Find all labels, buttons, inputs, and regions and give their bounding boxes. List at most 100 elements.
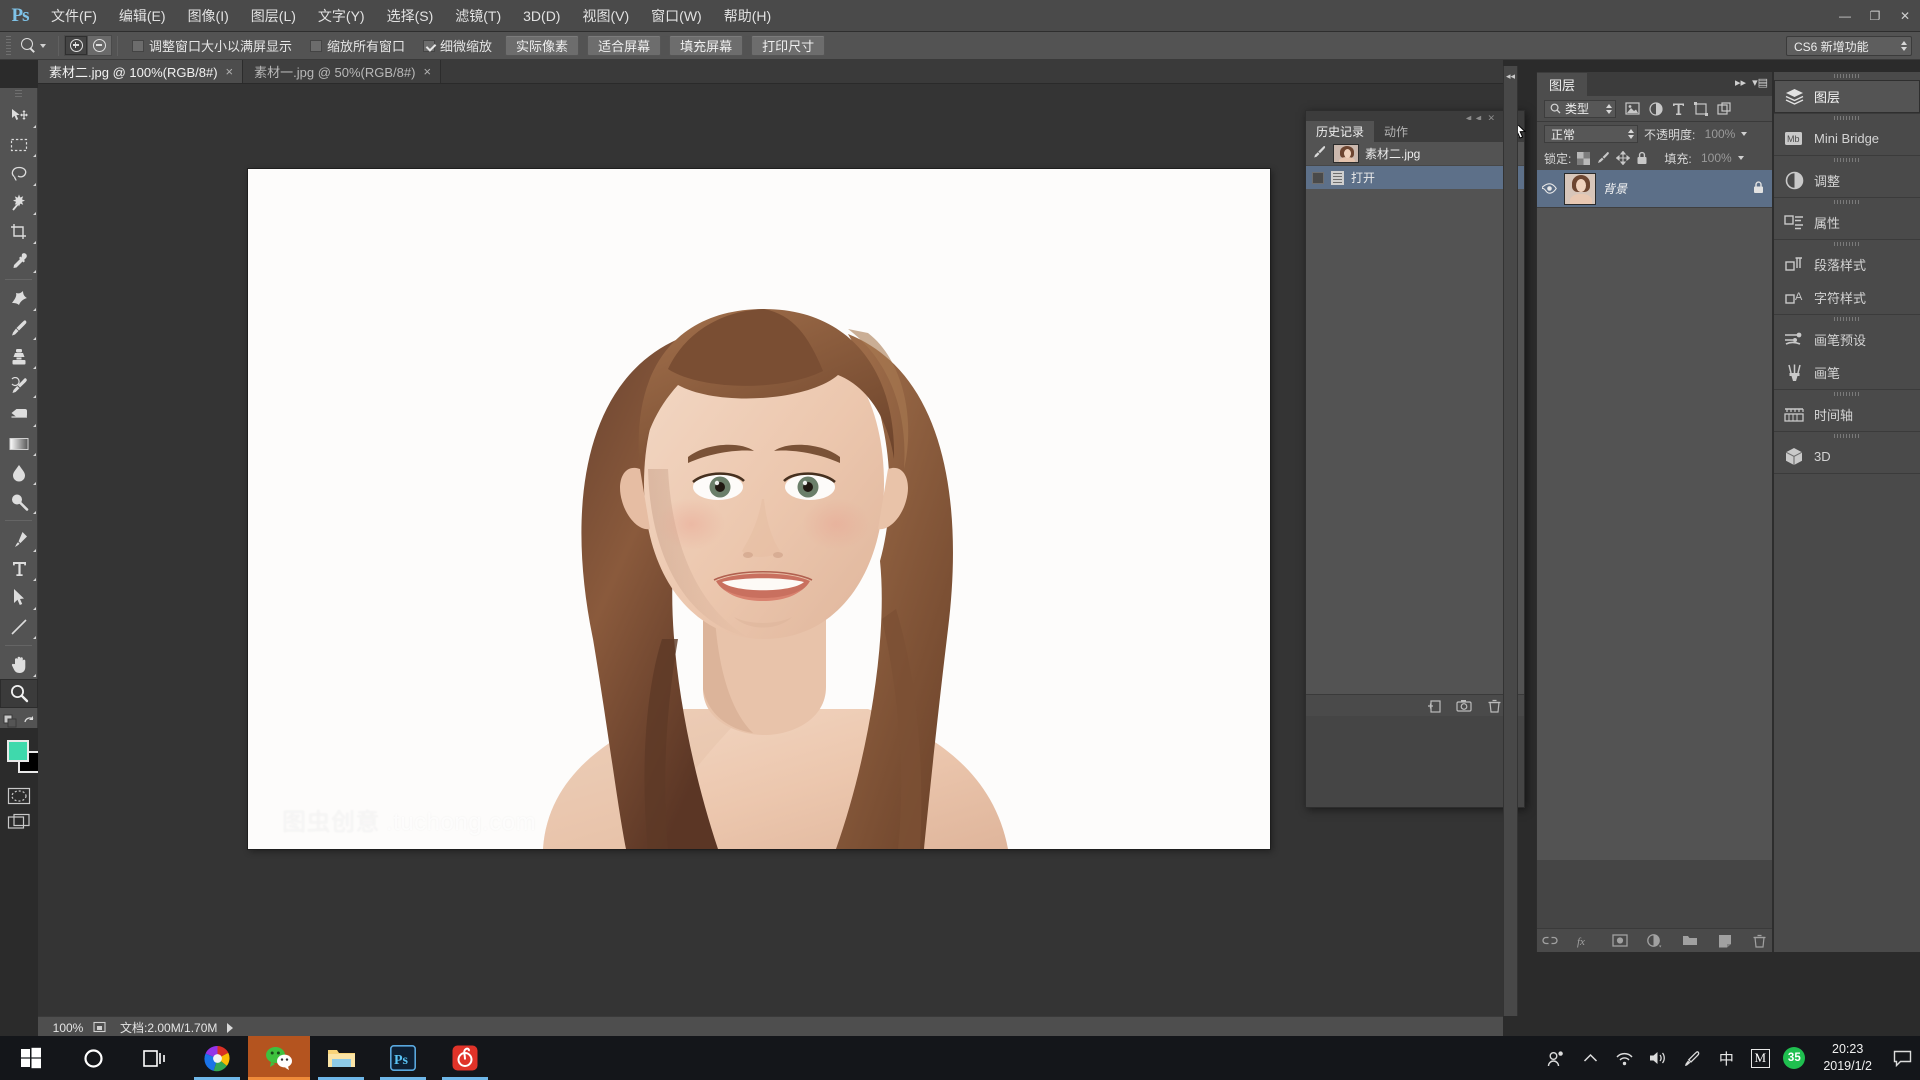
path-selection-tool[interactable] [0, 583, 38, 612]
tool-preset-picker[interactable] [18, 37, 53, 54]
opacity-value[interactable]: 100% [1701, 127, 1736, 141]
fill-screen-button[interactable]: 填充屏幕 [669, 35, 744, 56]
tab-layers[interactable]: 图层 [1537, 73, 1588, 96]
menu-layer[interactable]: 图层(L) [240, 1, 307, 31]
close-button[interactable]: ✕ [1890, 0, 1920, 32]
action-center-icon[interactable] [1884, 1036, 1920, 1080]
menu-window[interactable]: 窗口(W) [640, 1, 713, 31]
history-state-checkbox[interactable] [1312, 171, 1324, 184]
layer-style-fx-icon[interactable]: fx [1577, 933, 1593, 948]
chevron-down-icon[interactable] [1741, 132, 1748, 136]
move-tool[interactable] [0, 101, 38, 130]
document-tab-active[interactable]: 素材二.jpg @ 100%(RGB/8#) × [38, 60, 244, 83]
fit-screen-button[interactable]: 适合屏幕 [587, 35, 662, 56]
shape-filter-icon[interactable] [1694, 101, 1708, 116]
eraser-tool[interactable] [0, 400, 38, 429]
pixel-filter-icon[interactable] [1625, 102, 1640, 115]
close-icon[interactable]: × [226, 65, 234, 78]
scrubby-zoom-checkbox[interactable]: 细微缩放 [414, 36, 501, 55]
ime-mode-icon[interactable]: M [1743, 1036, 1777, 1080]
dock-grip-icon[interactable] [1774, 114, 1920, 122]
lock-image-pixels-icon[interactable] [1596, 151, 1610, 165]
delete-state-icon[interactable] [1486, 698, 1502, 713]
type-filter-icon[interactable] [1672, 102, 1685, 116]
minimize-button[interactable]: — [1830, 0, 1860, 32]
menu-edit[interactable]: 编辑(E) [108, 1, 177, 31]
blur-tool[interactable] [0, 458, 38, 487]
color-swatches[interactable] [0, 737, 40, 783]
clone-stamp-tool[interactable] [0, 342, 38, 371]
magic-wand-tool[interactable] [0, 188, 38, 217]
menu-3d[interactable]: 3D(D) [512, 3, 571, 29]
wechat-taskbar-item[interactable] [248, 1036, 310, 1080]
people-icon[interactable] [1539, 1036, 1573, 1080]
layer-row-background[interactable]: 背景 [1537, 170, 1772, 208]
new-group-icon[interactable] [1682, 933, 1698, 948]
smart-object-filter-icon[interactable] [1717, 101, 1731, 116]
hand-tool[interactable] [0, 650, 38, 679]
dock-item-character-styles[interactable]: A 字符样式 [1774, 281, 1920, 314]
tab-actions[interactable]: 动作 [1374, 121, 1419, 142]
dock-item-brush-presets[interactable]: 画笔预设 [1774, 323, 1920, 356]
dock-item-paragraph-styles[interactable]: 段落样式 [1774, 248, 1920, 281]
dock-grip-icon[interactable] [1774, 72, 1920, 80]
dock-item-adjustments[interactable]: 调整 [1774, 164, 1920, 197]
new-adjustment-layer-icon[interactable] [1647, 933, 1663, 948]
pen-tool-tray-icon[interactable] [1675, 1036, 1709, 1080]
browser-taskbar-item[interactable] [186, 1036, 248, 1080]
history-panel-body[interactable]: 素材二.jpg 打开 [1306, 142, 1524, 694]
dock-grip-icon[interactable] [1774, 432, 1920, 440]
status-expand-arrow-icon[interactable] [227, 1022, 234, 1033]
line-tool[interactable] [0, 612, 38, 641]
document-canvas[interactable]: 图虫创意 .tuchong.com [248, 169, 1270, 849]
history-snapshot-row[interactable]: 素材二.jpg [1306, 142, 1524, 166]
panel-title-grip[interactable]: ◄◄ ✕ [1306, 111, 1524, 123]
toolbar-grip-icon[interactable] [0, 88, 37, 101]
expand-arrows-icon[interactable]: ▸▸ [1735, 76, 1746, 89]
netease-music-taskbar-item[interactable] [434, 1036, 496, 1080]
menu-file[interactable]: 文件(F) [40, 1, 108, 31]
start-button[interactable] [0, 1036, 62, 1080]
spinner-icon[interactable] [1628, 129, 1634, 139]
panel-collapse-strip-left[interactable]: ◂◂ [1503, 66, 1518, 1016]
options-bar-grip-icon[interactable] [4, 35, 13, 56]
dock-grip-icon[interactable] [1774, 156, 1920, 164]
lock-position-icon[interactable] [1616, 151, 1631, 165]
dock-grip-icon[interactable] [1774, 198, 1920, 206]
gradient-tool[interactable] [0, 429, 38, 458]
history-brush-source-icon[interactable] [1312, 145, 1327, 162]
quick-mask-button[interactable] [0, 783, 37, 809]
horizontal-type-tool[interactable] [0, 554, 38, 583]
zoom-in-button[interactable] [64, 35, 88, 56]
pen-tool[interactable] [0, 525, 38, 554]
dock-item-layers[interactable]: 图层 [1774, 80, 1920, 113]
dock-grip-icon[interactable] [1774, 240, 1920, 248]
checkbox-box[interactable] [310, 39, 323, 52]
history-brush-tool[interactable] [0, 371, 38, 400]
dock-item-3d[interactable]: 3D [1774, 440, 1920, 473]
blend-mode-select[interactable]: 正常 [1544, 125, 1638, 143]
add-layer-mask-icon[interactable] [1611, 933, 1628, 948]
layers-list[interactable]: 背景 [1537, 170, 1772, 860]
taskbar-clock[interactable]: 20:23 2019/1/2 [1811, 1036, 1884, 1080]
spinner-icon[interactable] [1901, 41, 1907, 51]
delete-layer-icon[interactable] [1752, 933, 1768, 948]
zoom-out-button[interactable] [88, 35, 112, 56]
menu-help[interactable]: 帮助(H) [713, 1, 782, 31]
zoom-level-field[interactable]: 100% [38, 1021, 90, 1035]
chevron-down-icon[interactable] [40, 43, 46, 48]
dock-item-timeline[interactable]: 时间轴 [1774, 398, 1920, 431]
task-view-button[interactable] [124, 1036, 186, 1080]
dock-grip-icon[interactable] [1774, 315, 1920, 323]
dock-item-brush[interactable]: 画笔 [1774, 356, 1920, 389]
rectangular-marquee-tool[interactable] [0, 130, 38, 159]
dodge-tool[interactable] [0, 487, 38, 516]
new-layer-icon[interactable] [1717, 933, 1733, 948]
wifi-icon[interactable] [1607, 1036, 1641, 1080]
ime-chinese-icon[interactable]: 中 [1709, 1036, 1743, 1080]
canvas-workspace[interactable]: 图虫创意 .tuchong.com [38, 84, 1503, 1016]
menu-filter[interactable]: 滤镜(T) [444, 1, 512, 31]
adjustment-filter-icon[interactable] [1649, 101, 1663, 116]
layer-name-label[interactable]: 背景 [1603, 180, 1627, 197]
history-state-open[interactable]: 打开 [1306, 166, 1524, 189]
